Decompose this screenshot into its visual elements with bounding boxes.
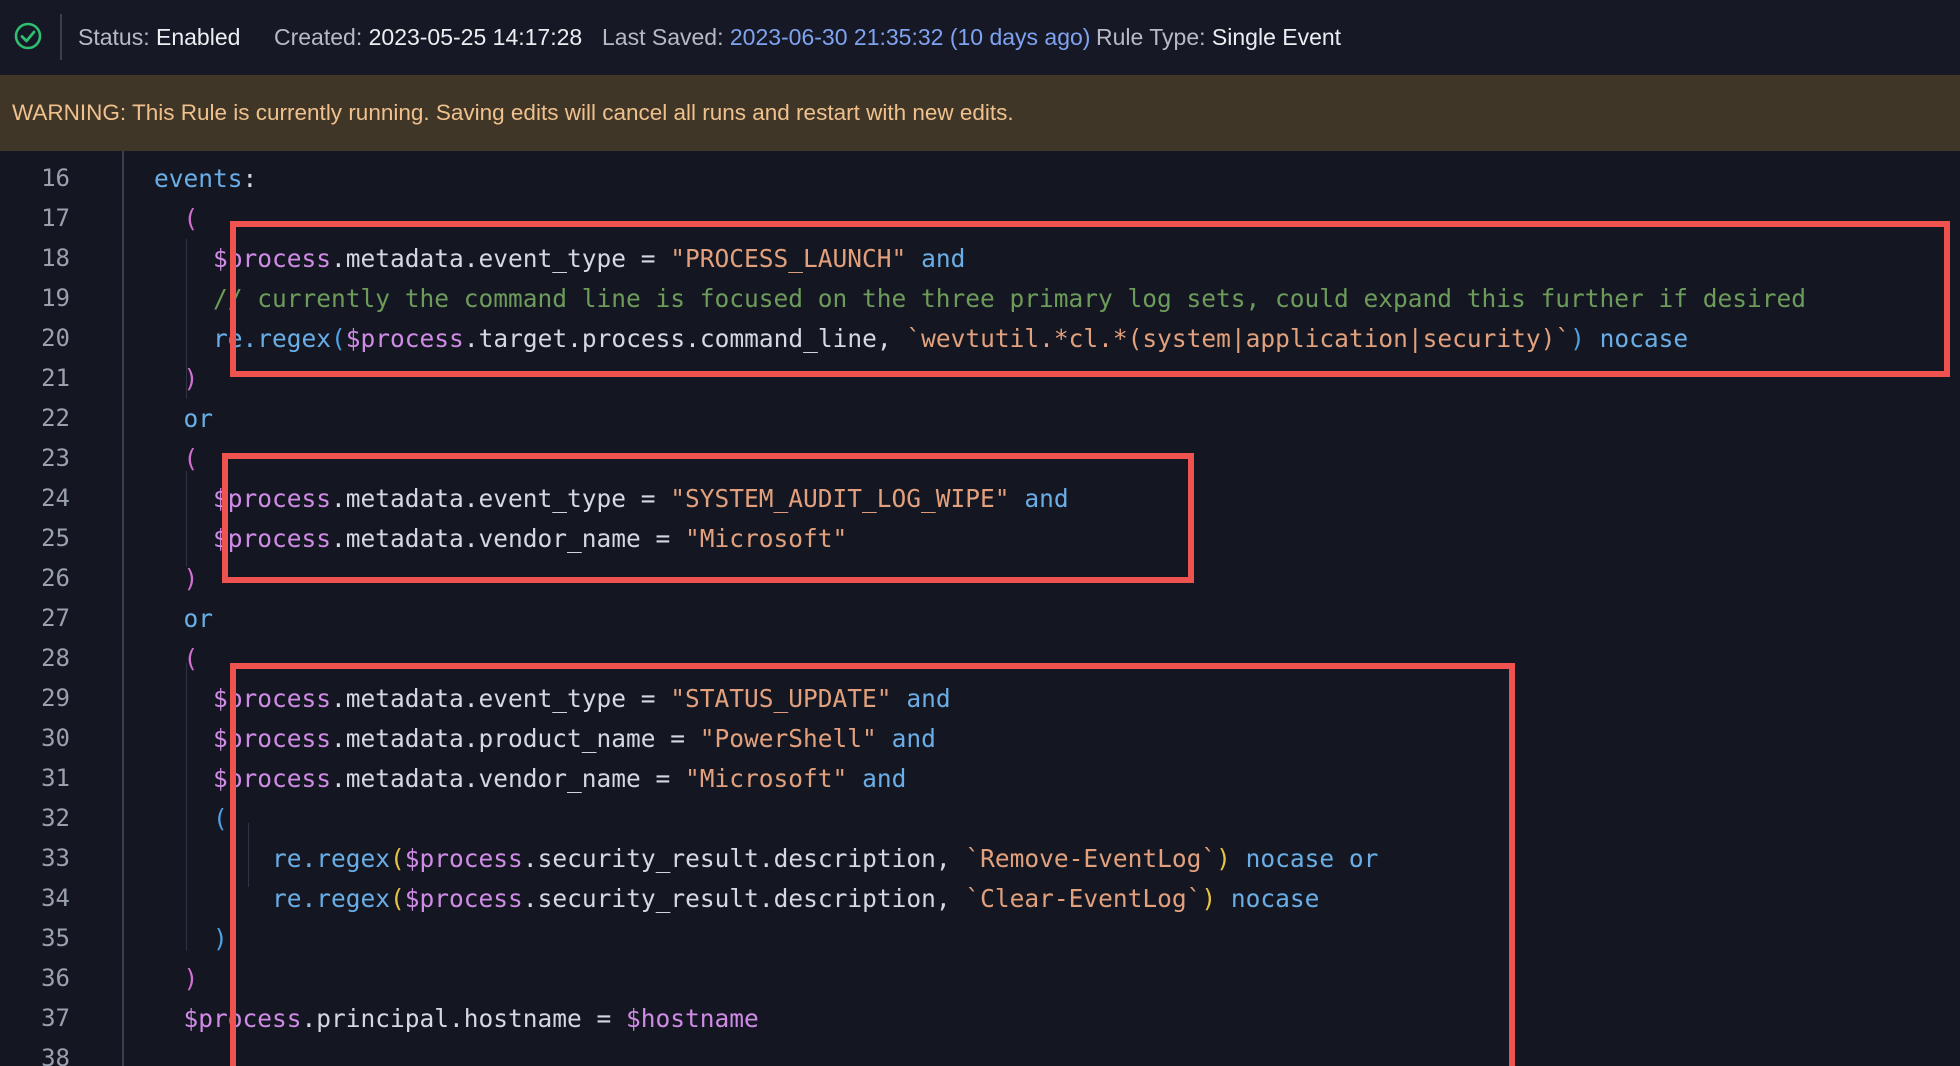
code-line[interactable]: ( — [154, 644, 199, 673]
indent-guide — [186, 663, 187, 951]
line-number: 30 — [41, 724, 70, 752]
line-number: 38 — [41, 1044, 70, 1066]
code-line[interactable]: events: — [154, 164, 257, 193]
status-divider — [60, 14, 62, 60]
code-line[interactable]: ) — [154, 564, 199, 593]
status-field: Status: Enabled — [78, 24, 241, 50]
last-saved-field: Last Saved: 2023-06-30 21:35:32 (10 days… — [602, 24, 1091, 50]
indent-guide — [186, 239, 187, 399]
code-token: or — [183, 604, 214, 633]
line-number: 17 — [41, 204, 70, 232]
line-number: 34 — [41, 884, 70, 912]
code-token: events — [154, 164, 243, 193]
code-line[interactable]: ( — [154, 204, 199, 233]
code-line[interactable]: ) — [154, 364, 199, 393]
code-line[interactable]: or — [154, 604, 214, 633]
line-number: 35 — [41, 924, 70, 952]
line-number: 31 — [41, 764, 70, 792]
line-number: 27 — [41, 604, 70, 632]
code-editor[interactable]: 16 17 18 19 20 21 22 23 24 25 26 27 28 29 30 31 32 33 34 35… — [0, 151, 1960, 1066]
created-field: Created: 2023-05-25 14:17:28 — [274, 24, 583, 50]
code-line[interactable]: or — [154, 404, 214, 433]
line-number: 26 — [41, 564, 70, 592]
line-number: 33 — [41, 844, 70, 872]
code-line[interactable]: ) — [154, 964, 199, 993]
line-number: 22 — [41, 404, 70, 432]
line-number: 21 — [41, 364, 70, 392]
last-saved-link[interactable]: 2023-06-30 21:35:32 (10 days ago) — [730, 24, 1091, 50]
line-number: 24 — [41, 484, 70, 512]
code-token: ) — [183, 564, 199, 593]
line-number: 37 — [41, 1004, 70, 1032]
code-line[interactable]: ( — [154, 444, 199, 473]
code-token: ) — [183, 964, 199, 993]
rule-status-bar: Status: Enabled Created: 2023-05-25 14:1… — [0, 0, 1960, 75]
code-token: ( — [183, 204, 199, 233]
line-number: 29 — [41, 684, 70, 712]
line-number: 36 — [41, 964, 70, 992]
highlight-box-status-update — [230, 663, 1515, 1066]
gutter-divider — [122, 151, 124, 1066]
code-line[interactable]: ( — [154, 804, 228, 833]
line-number: 19 — [41, 284, 70, 312]
running-warning-banner: WARNING: This Rule is currently running.… — [0, 75, 1960, 151]
line-number: 20 — [41, 324, 70, 352]
check-circle-icon — [14, 22, 42, 50]
line-number: 16 — [41, 164, 70, 192]
line-number: 32 — [41, 804, 70, 832]
code-token: ( — [213, 804, 228, 833]
rule-type-field: Rule Type: Single Event — [1096, 24, 1342, 50]
code-token: or — [183, 404, 214, 433]
line-number: 18 — [41, 244, 70, 272]
code-token: ) — [213, 924, 228, 953]
highlight-box-audit-log-wipe — [222, 453, 1194, 583]
line-number: 28 — [41, 644, 70, 672]
code-token: ( — [183, 444, 199, 473]
line-number: 23 — [41, 444, 70, 472]
code-token: : — [242, 164, 258, 193]
line-number: 25 — [41, 524, 70, 552]
indent-guide — [186, 471, 187, 567]
highlight-box-process-launch — [230, 221, 1950, 377]
code-line[interactable]: ) — [154, 924, 228, 953]
